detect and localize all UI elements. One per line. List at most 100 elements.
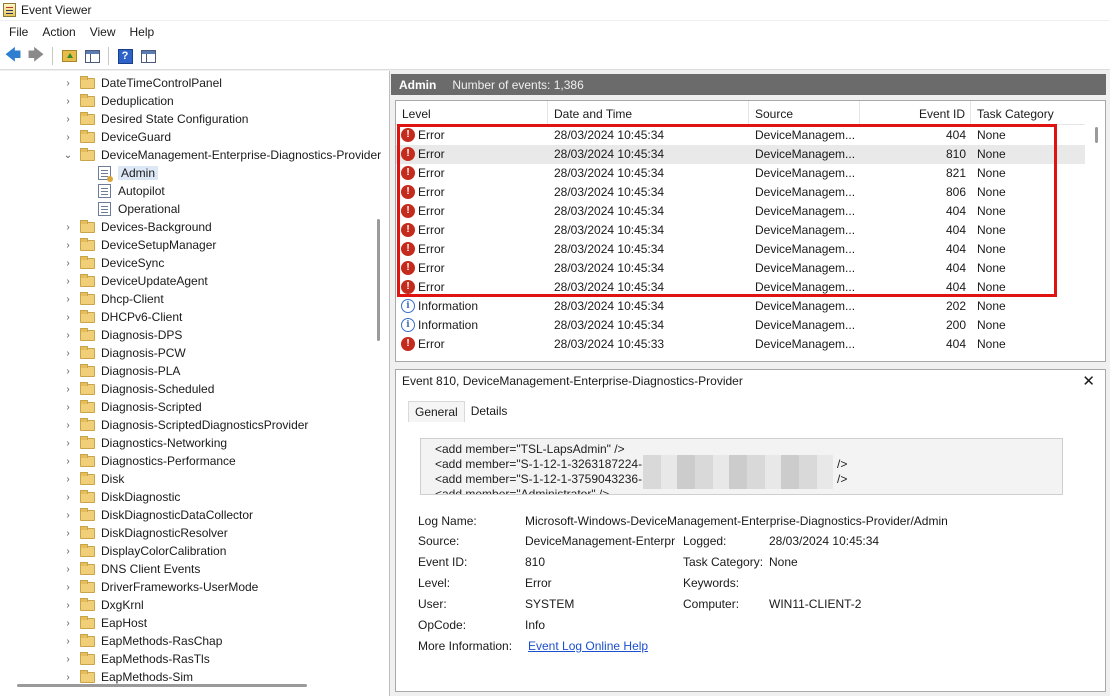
event-row[interactable]: ! Error 28/03/2024 10:45:34 DeviceManagem..… <box>396 240 1085 259</box>
chevron-right-icon[interactable]: › <box>62 438 74 449</box>
event-row[interactable]: i Information 28/03/2024 10:45:34 DeviceMan… <box>396 297 1085 316</box>
up-one-level-button[interactable] <box>59 46 79 66</box>
tree-item[interactable]: › Diagnosis-Scheduled <box>62 380 214 398</box>
tree-vertical-scrollbar[interactable] <box>377 219 380 341</box>
tree-item[interactable]: › Diagnosis-PCW <box>62 344 186 362</box>
tab-details[interactable]: Details <box>465 401 514 422</box>
tree-item[interactable]: › Devices-Background <box>62 218 212 236</box>
event-row[interactable]: ! Error 28/03/2024 10:45:34 DeviceManagem..… <box>396 278 1085 297</box>
tree-item[interactable]: › DeviceSetupManager <box>62 236 216 254</box>
chevron-right-icon[interactable]: › <box>62 240 74 251</box>
tree-item[interactable]: › Diagnosis-DPS <box>62 326 182 344</box>
tree-item[interactable]: › DxgKrnl <box>62 596 144 614</box>
tree-horizontal-scrollbar[interactable] <box>17 684 307 687</box>
chevron-right-icon[interactable]: › <box>62 402 74 413</box>
chevron-right-icon[interactable]: › <box>62 528 74 539</box>
help-button[interactable]: ? <box>115 46 135 66</box>
close-icon[interactable]: ✕ <box>1082 372 1095 390</box>
tree-item[interactable]: › DiskDiagnosticDataCollector <box>62 506 253 524</box>
event-description-box[interactable]: <add member="TSL-LapsAdmin" /> <add memb… <box>420 438 1063 495</box>
tree-item[interactable]: ⌄ DeviceManagement-Enterprise-Diagnostics… <box>62 146 381 164</box>
menu-help[interactable]: Help <box>123 21 162 43</box>
event-row[interactable]: ! Error 28/03/2024 10:45:34 DeviceManagem..… <box>396 183 1085 202</box>
tree-item[interactable]: › Disk <box>62 470 124 488</box>
chevron-right-icon[interactable]: › <box>62 276 74 287</box>
event-row[interactable]: ! Error 28/03/2024 10:45:34 DeviceManagem..… <box>396 221 1085 240</box>
tree-item[interactable]: Autopilot <box>98 182 165 200</box>
column-header-source[interactable]: Source <box>749 101 860 125</box>
chevron-right-icon[interactable]: › <box>62 600 74 611</box>
tree-item[interactable]: › DisplayColorCalibration <box>62 542 226 560</box>
tree-item[interactable]: › EapHost <box>62 614 147 632</box>
menu-view[interactable]: View <box>83 21 123 43</box>
tree-item[interactable]: › DeviceGuard <box>62 128 171 146</box>
tree-item[interactable]: › DeviceUpdateAgent <box>62 272 208 290</box>
chevron-right-icon[interactable]: › <box>62 384 74 395</box>
chevron-right-icon[interactable]: › <box>62 546 74 557</box>
menu-action[interactable]: Action <box>35 21 82 43</box>
chevron-right-icon[interactable]: › <box>62 366 74 377</box>
tree-item[interactable]: Admin <box>98 164 159 182</box>
chevron-right-icon[interactable]: › <box>62 420 74 431</box>
tree-item[interactable]: › DeviceSync <box>62 254 164 272</box>
tree-item[interactable]: › EapMethods-RasChap <box>62 632 222 650</box>
event-row[interactable]: ! Error 28/03/2024 10:45:34 DeviceManagem..… <box>396 202 1085 221</box>
tree-item[interactable]: › DHCPv6-Client <box>62 308 182 326</box>
tree-item[interactable]: › DNS Client Events <box>62 560 200 578</box>
tree-item[interactable]: › EapMethods-RasTls <box>62 650 210 668</box>
event-log-online-help-link[interactable]: Event Log Online Help <box>528 639 648 653</box>
chevron-right-icon[interactable]: › <box>62 456 74 467</box>
chevron-right-icon[interactable]: › <box>62 330 74 341</box>
tree-item[interactable]: › Diagnosis-ScriptedDiagnosticsProvider <box>62 416 308 434</box>
event-row[interactable]: ! Error 28/03/2024 10:45:34 DeviceManagem..… <box>396 126 1085 145</box>
chevron-right-icon[interactable]: › <box>62 654 74 665</box>
tree-item[interactable]: › Dhcp-Client <box>62 290 164 308</box>
chevron-right-icon[interactable]: › <box>62 492 74 503</box>
chevron-right-icon[interactable]: › <box>62 636 74 647</box>
show-hide-console-tree-button[interactable] <box>82 46 102 66</box>
tree-item[interactable]: › DateTimeControlPanel <box>62 74 222 92</box>
chevron-right-icon[interactable]: › <box>62 294 74 305</box>
event-row[interactable]: ! Error 28/03/2024 10:45:33 DeviceManagem..… <box>396 335 1085 354</box>
tree-item[interactable]: › Desired State Configuration <box>62 110 248 128</box>
chevron-down-icon[interactable]: ⌄ <box>62 150 74 161</box>
tree-item[interactable]: › Diagnosis-PLA <box>62 362 180 380</box>
forward-button[interactable]: 🡆 <box>26 46 46 66</box>
chevron-right-icon[interactable]: › <box>62 258 74 269</box>
tree-item[interactable]: › Deduplication <box>62 92 174 110</box>
tree-item[interactable]: › DriverFrameworks-UserMode <box>62 578 258 596</box>
tab-general[interactable]: General <box>408 401 465 422</box>
event-row[interactable]: ! Error 28/03/2024 10:45:34 DeviceManagem..… <box>396 164 1085 183</box>
chevron-right-icon[interactable]: › <box>62 672 74 683</box>
column-header-date[interactable]: Date and Time <box>548 101 749 125</box>
tree-item[interactable]: Operational <box>98 200 180 218</box>
column-header-level[interactable]: Level <box>396 101 548 125</box>
chevron-right-icon[interactable]: › <box>62 474 74 485</box>
chevron-right-icon[interactable]: › <box>62 96 74 107</box>
event-row[interactable]: i Information 28/03/2024 10:45:34 DeviceMan… <box>396 316 1085 335</box>
menu-file[interactable]: File <box>2 21 35 43</box>
column-header-event-id[interactable]: Event ID <box>860 101 971 125</box>
column-header-task-category[interactable]: Task Category <box>971 101 1085 125</box>
event-id-value: 810 <box>525 555 546 569</box>
event-list-scrollbar[interactable] <box>1095 127 1098 143</box>
chevron-right-icon[interactable]: › <box>62 348 74 359</box>
chevron-right-icon[interactable]: › <box>62 564 74 575</box>
tree-item[interactable]: › DiskDiagnostic <box>62 488 180 506</box>
chevron-right-icon[interactable]: › <box>62 78 74 89</box>
back-button[interactable]: 🡄 <box>3 46 23 66</box>
tree-item[interactable]: › DiskDiagnosticResolver <box>62 524 228 542</box>
chevron-right-icon[interactable]: › <box>62 582 74 593</box>
chevron-right-icon[interactable]: › <box>62 132 74 143</box>
tree-item[interactable]: › Diagnostics-Performance <box>62 452 236 470</box>
chevron-right-icon[interactable]: › <box>62 618 74 629</box>
tree-item[interactable]: › Diagnosis-Scripted <box>62 398 202 416</box>
chevron-right-icon[interactable]: › <box>62 510 74 521</box>
chevron-right-icon[interactable]: › <box>62 114 74 125</box>
show-hide-action-pane-button[interactable] <box>138 46 158 66</box>
event-row[interactable]: ! Error 28/03/2024 10:45:34 DeviceManagem..… <box>396 145 1085 164</box>
tree-item[interactable]: › Diagnostics-Networking <box>62 434 227 452</box>
chevron-right-icon[interactable]: › <box>62 312 74 323</box>
chevron-right-icon[interactable]: › <box>62 222 74 233</box>
event-row[interactable]: ! Error 28/03/2024 10:45:34 DeviceManagem..… <box>396 259 1085 278</box>
